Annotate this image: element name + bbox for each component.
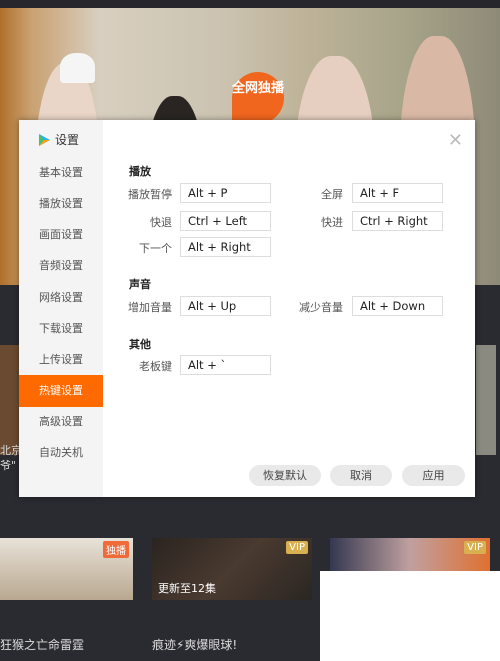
hotkey-volume-up-input[interactable]: Alt + Up [180, 296, 271, 316]
label-next: 下一个 [139, 242, 172, 255]
label-fullscreen: 全屏 [321, 188, 343, 201]
settings-sidebar: 设置 基本设置 播放设置 画面设置 音频设置 网络设置 下载设置 上传设置 热键… [19, 120, 103, 497]
app-logo: 设置 [37, 131, 79, 148]
label-boss-key: 老板键 [139, 360, 172, 373]
restore-defaults-button[interactable]: 恢复默认 [249, 465, 321, 486]
hotkey-next-input[interactable]: Alt + Right [180, 237, 271, 257]
nav-advanced[interactable]: 高级设置 [19, 406, 103, 438]
apply-button[interactable]: 应用 [402, 465, 465, 486]
label-pause: 播放暂停 [128, 188, 172, 201]
nav-audio[interactable]: 音频设置 [19, 250, 103, 282]
close-icon[interactable]: ✕ [448, 130, 463, 151]
hotkey-volume-down-input[interactable]: Alt + Down [352, 296, 443, 316]
nav-upload[interactable]: 上传设置 [19, 344, 103, 376]
label-rewind: 快退 [150, 216, 172, 229]
nav-network[interactable]: 网络设置 [19, 282, 103, 314]
hat-figure [60, 53, 95, 83]
label-volume-up: 增加音量 [128, 301, 172, 314]
thumbnail-left[interactable] [0, 345, 20, 455]
exclusive-tag: 独播 [103, 541, 129, 558]
card-title-partial: 爷" [0, 459, 17, 472]
label-forward: 快进 [321, 216, 343, 229]
nav-hotkeys[interactable]: 热键设置 [19, 375, 103, 407]
dialog-title: 设置 [55, 133, 80, 147]
video-card[interactable]: VIP 更新至12集 [152, 538, 312, 600]
section-sound: 声音 [129, 278, 151, 291]
blank-panel [320, 571, 500, 661]
thumbnail-right[interactable] [476, 345, 496, 455]
hotkey-rewind-input[interactable]: Ctrl + Left [180, 211, 271, 231]
section-play: 播放 [129, 165, 151, 178]
play-logo-icon [39, 133, 50, 146]
settings-dialog: 设置 基本设置 播放设置 画面设置 音频设置 网络设置 下载设置 上传设置 热键… [19, 120, 475, 497]
hotkey-pause-input[interactable]: Alt + P [180, 183, 271, 203]
cancel-button[interactable]: 取消 [330, 465, 392, 486]
exclusive-badge: 全网独播 [232, 72, 284, 124]
nav-auto-shutdown[interactable]: 自动关机 [19, 437, 103, 469]
top-bar [0, 0, 500, 8]
label-volume-down: 减少音量 [299, 301, 343, 314]
card-title[interactable]: 狂猴之亡命雷霆 [0, 636, 84, 653]
nav-download[interactable]: 下载设置 [19, 313, 103, 345]
video-card[interactable]: 独播 [0, 538, 133, 600]
nav-picture[interactable]: 画面设置 [19, 219, 103, 251]
hotkey-fullscreen-input[interactable]: Alt + F [352, 183, 443, 203]
episode-overlay: 更新至12集 [158, 582, 216, 595]
hotkey-forward-input[interactable]: Ctrl + Right [352, 211, 443, 231]
nav-basic[interactable]: 基本设置 [19, 157, 103, 189]
vip-tag: VIP [464, 541, 486, 554]
nav-playback[interactable]: 播放设置 [19, 188, 103, 220]
section-other: 其他 [129, 338, 151, 351]
hotkey-boss-key-input[interactable]: Alt + ` [180, 355, 271, 375]
card-title[interactable]: 痕迹⚡爽爆眼球! [152, 636, 237, 653]
vip-tag: VIP [286, 541, 308, 554]
